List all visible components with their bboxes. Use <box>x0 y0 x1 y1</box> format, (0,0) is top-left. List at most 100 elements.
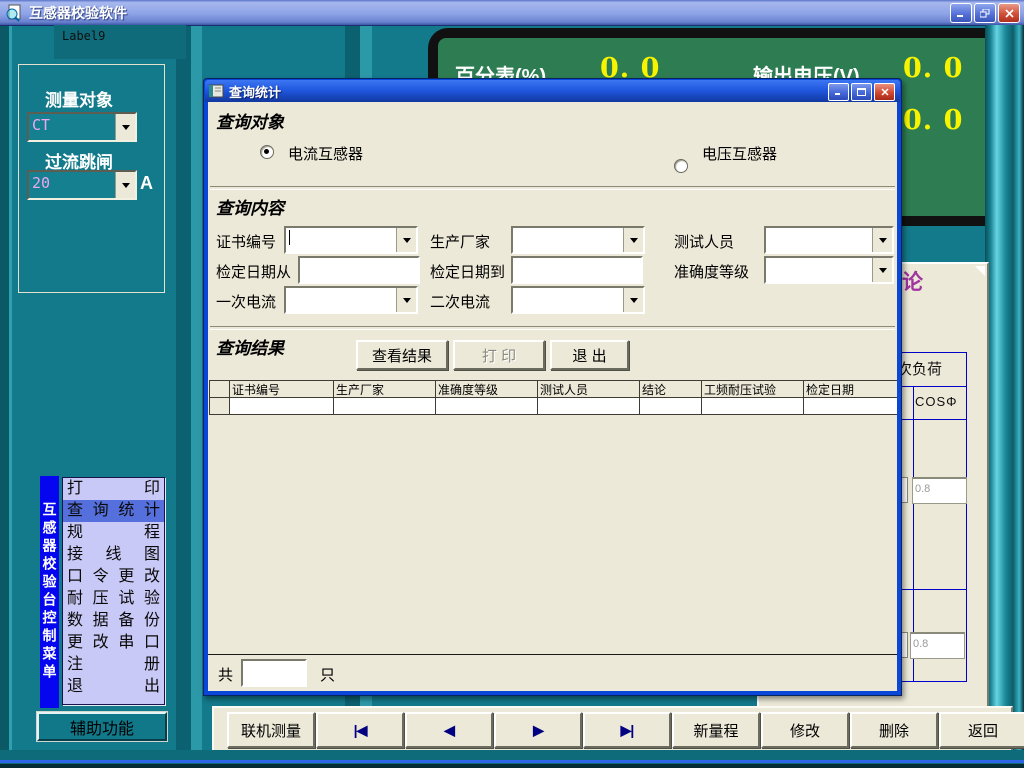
accuracy-combo[interactable] <box>764 256 894 284</box>
dialog-close-button[interactable] <box>874 83 895 101</box>
menu-item-data-backup[interactable]: 数 据 备 份 <box>63 610 164 632</box>
menu-item-register[interactable]: 注 册 <box>63 654 164 676</box>
dropdown-arrow-icon[interactable] <box>872 228 892 252</box>
table-cell <box>538 398 640 415</box>
dropdown-arrow-icon[interactable] <box>115 172 135 198</box>
menu-vertical-title: 互感器校验台控制菜单 <box>40 476 59 708</box>
dropdown-arrow-icon[interactable] <box>623 288 643 312</box>
menu-item-serial-change[interactable]: 更 改 串 口 <box>63 632 164 654</box>
tester-label: 测试人员 <box>674 231 734 252</box>
side-load-label: 次负荷 <box>897 358 942 379</box>
aux-function-button[interactable]: 辅助功能 <box>37 712 167 741</box>
menu-item-query-stats[interactable]: 查 询 统 计 <box>63 500 164 522</box>
row-header-cell <box>210 398 230 415</box>
table-row[interactable] <box>210 398 897 415</box>
view-results-button[interactable]: 查看结果 <box>356 340 448 370</box>
prev-record-button[interactable]: ◀ <box>405 712 493 748</box>
measure-object-combo[interactable]: CT <box>27 112 137 142</box>
table-header-cell <box>210 381 230 398</box>
date-to-label: 检定日期到 <box>430 261 505 282</box>
table-cell <box>334 398 436 415</box>
menu-item-wiring-diagram[interactable]: 接 线 图 <box>63 544 164 566</box>
results-table: 证书编号 生产厂家 准确度等级 测试人员 结论 工频耐压试验 检定日期 <box>209 380 897 415</box>
window-title: 互感器校验软件 <box>29 3 127 23</box>
radio-current-transformer[interactable] <box>260 145 274 159</box>
radio-voltage-transformer[interactable] <box>674 159 688 173</box>
bottom-toolbar: 联机测量 |◀ ◀ ▶ ▶| 新量程 修改 删除 返回 <box>212 706 1013 754</box>
side-cos-input-2[interactable]: 0.8 <box>910 632 965 659</box>
last-record-button[interactable]: ▶| <box>583 712 671 748</box>
main-titlebar: 互感器校验软件 <box>0 0 1024 26</box>
print-button[interactable]: 打 印 <box>453 340 545 370</box>
tester-combo[interactable] <box>764 226 894 254</box>
restore-button[interactable] <box>974 3 996 23</box>
dropdown-arrow-icon[interactable] <box>623 228 643 252</box>
primary-current-label: 一次电流 <box>216 291 276 312</box>
section-content-heading: 查询内容 <box>216 194 284 219</box>
menu-item-regulation[interactable]: 规 程 <box>63 522 164 544</box>
dropdown-arrow-icon[interactable] <box>396 228 416 252</box>
table-header-conclusion: 结论 <box>640 381 702 398</box>
menu-item-withstand-test[interactable]: 耐 压 试 验 <box>63 588 164 610</box>
online-measure-button[interactable]: 联机测量 <box>227 712 315 748</box>
section-object-heading: 查询对象 <box>216 108 284 133</box>
voltage-value: 0. 0 <box>903 53 963 84</box>
side-cos-input-1[interactable]: 0.8 <box>912 477 967 504</box>
side-panel-title-fragment: 论 <box>902 266 923 296</box>
menu-item-print[interactable]: 打 印 <box>63 478 164 500</box>
table-header-accuracy: 准确度等级 <box>436 381 538 398</box>
dialog-minimize-button[interactable] <box>828 83 849 101</box>
modify-button[interactable]: 修改 <box>761 712 849 748</box>
table-header-row: 证书编号 生产厂家 准确度等级 测试人员 结论 工频耐压试验 检定日期 <box>210 381 897 398</box>
bottom-blue-line <box>0 760 1024 763</box>
cert-no-label: 证书编号 <box>216 231 276 252</box>
table-cell <box>436 398 538 415</box>
text-caret <box>289 230 290 245</box>
dropdown-arrow-icon[interactable] <box>872 258 892 282</box>
table-cell <box>230 398 334 415</box>
delete-button[interactable]: 删除 <box>850 712 938 748</box>
new-range-button[interactable]: 新量程 <box>672 712 760 748</box>
menu-item-password-change[interactable]: 口 令 更 改 <box>63 566 164 588</box>
first-record-button[interactable]: |◀ <box>316 712 404 748</box>
radio-voltage-transformer-label: 电压互感器 <box>702 143 777 164</box>
menu-list: 打 印 查 询 统 计 规 程 接 线 图 口 令 更 改 耐 压 试 验 数 … <box>62 477 165 705</box>
table-header-tester: 测试人员 <box>538 381 640 398</box>
date-from-label: 检定日期从 <box>216 261 291 282</box>
background-band <box>9 25 12 768</box>
cert-no-combo[interactable] <box>284 226 418 254</box>
dialog-maximize-button[interactable] <box>851 83 872 101</box>
menu-item-exit[interactable]: 退 出 <box>63 676 164 698</box>
exit-button[interactable]: 退 出 <box>550 340 629 370</box>
manufacturer-combo[interactable] <box>511 226 645 254</box>
close-button[interactable] <box>998 3 1020 23</box>
minimize-button[interactable] <box>950 3 972 23</box>
dialog-form-icon <box>209 84 224 98</box>
table-header-withstand-test: 工频耐压试验 <box>702 381 804 398</box>
dropdown-arrow-icon[interactable] <box>115 114 135 140</box>
dialog-client-area: 查询对象 电流互感器 电压互感器 查询内容 证书编号 生产厂家 测试人员 <box>208 102 897 691</box>
next-record-button[interactable]: ▶ <box>494 712 582 748</box>
panel-fold-corner <box>975 266 985 276</box>
radio-current-transformer-label: 电流互感器 <box>288 143 363 164</box>
unit-label: 只 <box>320 664 335 685</box>
background-band <box>0 25 9 768</box>
trip-combo[interactable]: 20 <box>27 170 137 200</box>
footer-line <box>208 654 897 655</box>
table-header-manufacturer: 生产厂家 <box>334 381 436 398</box>
right-bezel <box>985 25 1024 768</box>
dropdown-arrow-icon[interactable] <box>396 288 416 312</box>
secondary-current-combo[interactable] <box>511 286 645 314</box>
accuracy-label: 准确度等级 <box>674 261 749 282</box>
total-label: 共 <box>218 664 233 685</box>
date-to-input[interactable] <box>511 256 643 284</box>
date-from-input[interactable] <box>298 256 420 284</box>
side-cos-label: COSΦ <box>915 394 958 409</box>
primary-current-combo[interactable] <box>284 286 418 314</box>
label9-text: Label9 <box>62 29 105 43</box>
separator <box>210 326 895 330</box>
return-button[interactable]: 返回 <box>939 712 1024 748</box>
secondary-current-label: 二次电流 <box>430 291 490 312</box>
total-count-input[interactable] <box>241 659 307 687</box>
manufacturer-label: 生产厂家 <box>430 231 490 252</box>
